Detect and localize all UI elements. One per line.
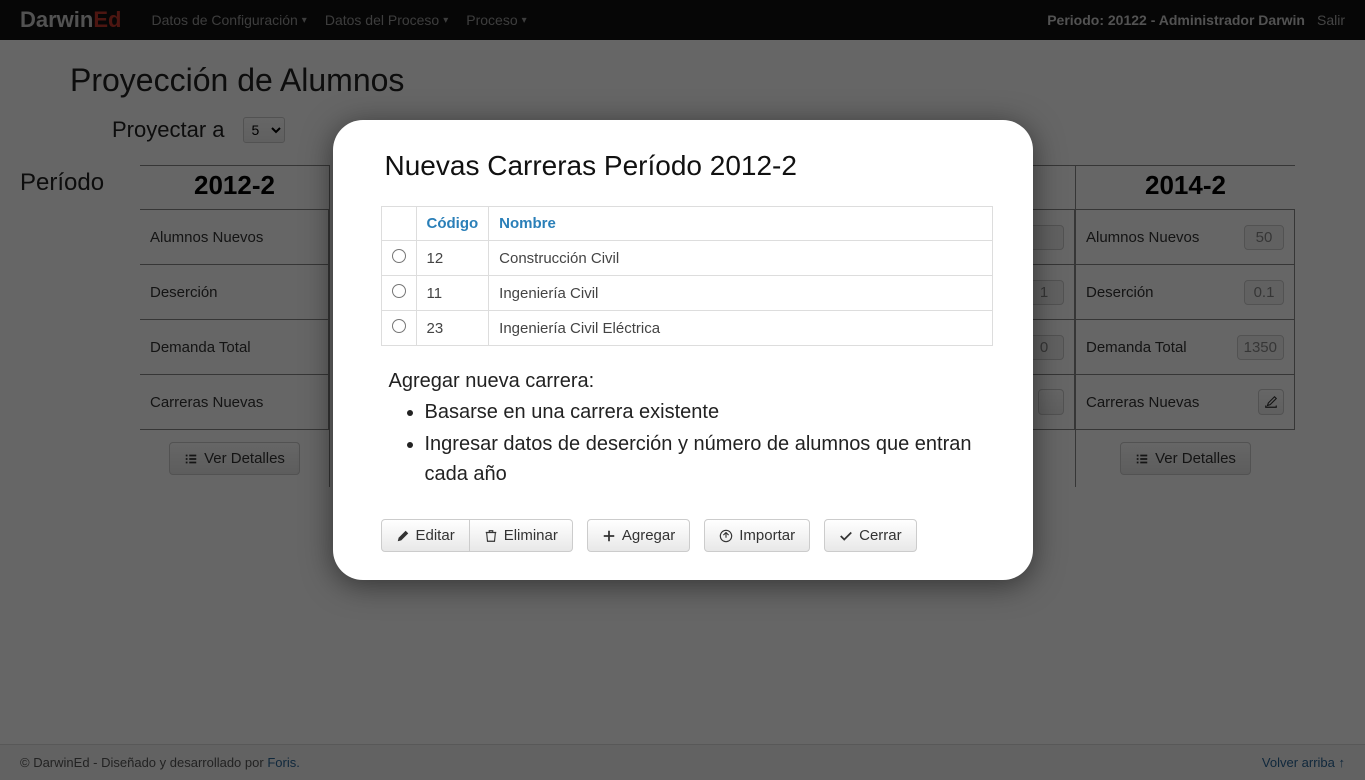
careers-table: Código Nombre 12 Construcción Civil 11 I… [381, 206, 993, 346]
agregar-button[interactable]: Agregar [587, 519, 690, 552]
th-codigo[interactable]: Código [416, 207, 489, 241]
careers-modal: Nuevas Carreras Período 2012-2 Código No… [333, 120, 1033, 580]
modal-buttons: Editar Eliminar Agregar Importar Cerrar [381, 519, 993, 552]
table-row[interactable]: 23 Ingeniería Civil Eléctrica [381, 311, 992, 346]
table-row[interactable]: 12 Construcción Civil [381, 241, 992, 276]
row-name: Ingeniería Civil [489, 276, 992, 311]
modal-title: Nuevas Carreras Período 2012-2 [385, 150, 993, 182]
row-name: Construcción Civil [489, 241, 992, 276]
add-bullet: Basarse en una carrera existente [425, 397, 993, 427]
upload-icon [719, 529, 733, 543]
th-radio [381, 207, 416, 241]
add-career-section: Agregar nueva carrera: Basarse en una ca… [389, 370, 993, 489]
th-nombre[interactable]: Nombre [489, 207, 992, 241]
check-icon [839, 529, 853, 543]
row-code: 23 [416, 311, 489, 346]
row-radio[interactable] [392, 319, 406, 333]
add-heading: Agregar nueva carrera: [389, 370, 993, 393]
plus-icon [602, 529, 616, 543]
pencil-icon [396, 529, 410, 543]
importar-button[interactable]: Importar [704, 519, 810, 552]
trash-icon [484, 529, 498, 543]
row-name: Ingeniería Civil Eléctrica [489, 311, 992, 346]
editar-button[interactable]: Editar [381, 519, 470, 552]
eliminar-button[interactable]: Eliminar [470, 519, 573, 552]
table-row[interactable]: 11 Ingeniería Civil [381, 276, 992, 311]
row-code: 12 [416, 241, 489, 276]
row-radio[interactable] [392, 284, 406, 298]
row-radio[interactable] [392, 249, 406, 263]
cerrar-button[interactable]: Cerrar [824, 519, 917, 552]
modal-overlay: Nuevas Carreras Período 2012-2 Código No… [0, 0, 1365, 780]
row-code: 11 [416, 276, 489, 311]
add-bullet: Ingresar datos de deserción y número de … [425, 429, 993, 489]
